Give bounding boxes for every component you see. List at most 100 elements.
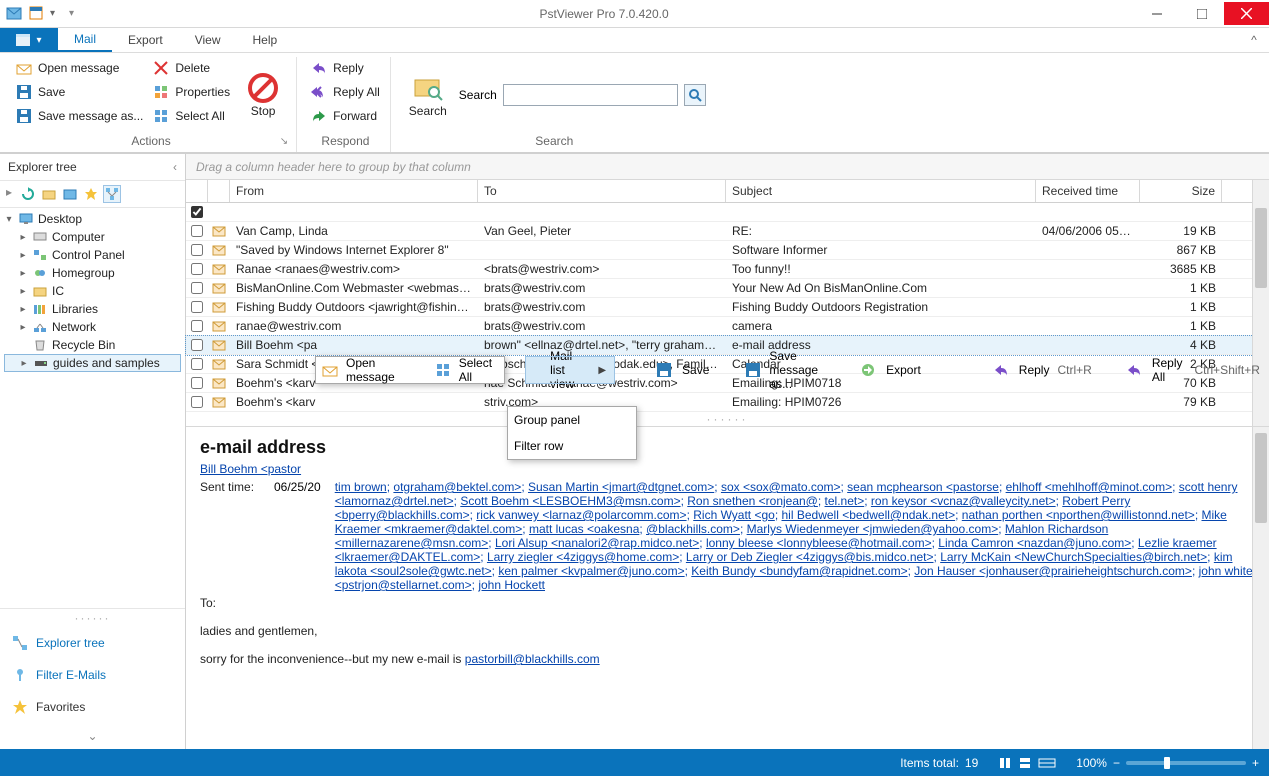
recipient-link[interactable]: ehlhoff <mehlhoff@minot.com>: [1006, 480, 1173, 494]
save-as-button[interactable]: Save message as...: [14, 105, 145, 127]
group-by-bar[interactable]: Drag a column header here to group by th…: [186, 154, 1269, 180]
ctx-select-all[interactable]: Select All: [429, 357, 526, 383]
toolbar-expand-icon[interactable]: ▸: [6, 185, 16, 203]
recipient-link[interactable]: Marlys Wiedenmeyer <jmwieden@yahoo.com>: [747, 522, 999, 536]
column-size[interactable]: Size: [1140, 180, 1222, 202]
folder-icon[interactable]: [40, 185, 58, 203]
mailbox-icon[interactable]: [61, 185, 79, 203]
search-big-button[interactable]: Search: [403, 72, 453, 118]
stop-button[interactable]: Stop: [238, 57, 288, 132]
recipient-link[interactable]: otgraham@bektel.com>: [393, 480, 521, 494]
recipient-link[interactable]: hil Bedwell <bedwell@ndak.net>: [782, 508, 956, 522]
tree-node-computer[interactable]: ▸Computer: [4, 228, 181, 246]
recipient-link[interactable]: tel.net>: [825, 494, 865, 508]
ctx-reply-all[interactable]: Reply AllCtrl+Shift+R: [1122, 357, 1269, 383]
view-icon-2[interactable]: [1018, 756, 1032, 770]
table-row[interactable]: Van Camp, LindaVan Geel, PieterRE:04/06/…: [186, 222, 1269, 241]
quickaccess-icon[interactable]: [28, 5, 46, 23]
recipient-link[interactable]: tim brown: [335, 480, 387, 494]
open-message-button[interactable]: Open message: [14, 57, 145, 79]
column-subject[interactable]: Subject: [726, 180, 1036, 202]
column-to[interactable]: To: [478, 180, 726, 202]
ctx-reply[interactable]: ReplyCtrl+R: [985, 357, 1122, 383]
table-row[interactable]: Bill Boehm <pabrown" <ellnaz@drtel.net>,…: [186, 336, 1269, 355]
column-from[interactable]: From: [230, 180, 478, 202]
tab-mail[interactable]: Mail: [58, 28, 112, 52]
ctx-save[interactable]: Save: [648, 357, 739, 383]
save-button[interactable]: Save: [14, 81, 145, 103]
recipient-link[interactable]: Rich Wyatt <go: [693, 508, 775, 522]
row-checkbox[interactable]: [191, 396, 203, 408]
ctx-filter-row[interactable]: Filter row: [508, 433, 636, 459]
preview-from-link[interactable]: Bill Boehm <pastor: [200, 462, 301, 476]
zoom-slider[interactable]: [1126, 761, 1246, 765]
delete-button[interactable]: Delete: [151, 57, 232, 79]
recipient-link[interactable]: Lori Alsup <nanalori2@rap.midco.net>: [495, 536, 699, 550]
row-checkbox[interactable]: [191, 358, 203, 370]
body-email-link[interactable]: pastorbill@blackhills.com: [465, 652, 600, 666]
recipient-link[interactable]: @blackhills.com>: [646, 522, 740, 536]
sidebar-nav-filter[interactable]: Filter E-Mails: [0, 659, 185, 691]
table-row[interactable]: Boehm's <karvstriv.com>Emailing: HPIM072…: [186, 393, 1269, 412]
table-row[interactable]: BisManOnline.Com Webmaster <webmaster@bi…: [186, 279, 1269, 298]
recipient-link[interactable]: Susan Martin <jmart@dtgnet.com>: [528, 480, 714, 494]
recipient-link[interactable]: sox <sox@mato.com>: [721, 480, 841, 494]
tree-node-network[interactable]: ▸Network: [4, 318, 181, 336]
row-checkbox[interactable]: [191, 320, 203, 332]
tab-export[interactable]: Export: [112, 28, 179, 52]
sidebar-resize-handle[interactable]: ······: [0, 608, 185, 627]
view-icon-3[interactable]: [1038, 756, 1056, 770]
minimize-button[interactable]: [1134, 2, 1179, 25]
row-checkbox[interactable]: [191, 377, 203, 389]
refresh-icon[interactable]: [19, 185, 37, 203]
grid-scrollbar[interactable]: [1252, 180, 1269, 426]
filter-checkbox[interactable]: [191, 206, 203, 218]
zoom-out-button[interactable]: −: [1113, 756, 1120, 770]
grid-resize-handle[interactable]: ······: [186, 412, 1269, 426]
table-row[interactable]: Fishing Buddy Outdoors <jawright@fishing…: [186, 298, 1269, 317]
tree-node-guides[interactable]: ▸guides and samples: [4, 354, 181, 372]
recipient-link[interactable]: nathan porthen <nporthen@willistonnd.net…: [962, 508, 1195, 522]
tree-node-ic[interactable]: ▸IC: [4, 282, 181, 300]
preview-scrollbar[interactable]: [1252, 427, 1269, 749]
tree-icon[interactable]: [103, 185, 121, 203]
table-row[interactable]: ranae@westriv.combrats@westriv.comcamera…: [186, 317, 1269, 336]
maximize-button[interactable]: [1179, 2, 1224, 25]
icon-column-header[interactable]: [208, 180, 230, 202]
recipient-link[interactable]: ken palmer <kvpalmer@juno.com>: [498, 564, 684, 578]
forward-button[interactable]: Forward: [309, 105, 382, 127]
checkbox-column-header[interactable]: [186, 180, 208, 202]
recipient-link[interactable]: lonny bleese <lonnybleese@hotmail.com>: [706, 536, 932, 550]
ctx-save-as[interactable]: Save message as...: [739, 357, 852, 383]
ctx-mail-list-view[interactable]: Mail list view▶: [526, 357, 614, 383]
ribbon-collapse-icon[interactable]: ^: [1239, 28, 1269, 52]
recipient-link[interactable]: john Hockett: [478, 578, 545, 592]
recipient-link[interactable]: Larry McKain <NewChurchSpecialties@birch…: [940, 550, 1207, 564]
search-go-button[interactable]: [684, 84, 706, 106]
zoom-in-button[interactable]: +: [1252, 756, 1259, 770]
row-checkbox[interactable]: [191, 263, 203, 275]
ctx-group-panel[interactable]: Group panel: [508, 407, 636, 433]
close-button[interactable]: [1224, 2, 1269, 25]
sidebar-collapse-icon[interactable]: ‹: [173, 160, 177, 174]
tree-node-control-panel[interactable]: ▸Control Panel: [4, 246, 181, 264]
column-received[interactable]: Received time: [1036, 180, 1140, 202]
tab-help[interactable]: Help: [237, 28, 294, 52]
recipient-link[interactable]: Jon Hauser <jonhauser@prairieheightschur…: [914, 564, 1192, 578]
select-all-button[interactable]: Select All: [151, 105, 232, 127]
recipient-link[interactable]: sean mcphearson <pastorse: [847, 480, 999, 494]
recipient-link[interactable]: matt lucas <oakesna: [529, 522, 639, 536]
tab-view[interactable]: View: [179, 28, 237, 52]
recipient-link[interactable]: Larry or Deb Ziegler <4ziggys@bis.midco.…: [686, 550, 934, 564]
recipient-link[interactable]: Linda Camron <nazdan@juno.com>: [938, 536, 1131, 550]
view-icon-1[interactable]: [998, 756, 1012, 770]
recipient-link[interactable]: ron keysor <vcnaz@valleycity.net>: [871, 494, 1056, 508]
row-checkbox[interactable]: [191, 282, 203, 294]
recipient-link[interactable]: Scott Boehm <LESBOEHM3@msn.com>: [460, 494, 680, 508]
row-checkbox[interactable]: [191, 244, 203, 256]
properties-button[interactable]: Properties: [151, 81, 232, 103]
dialog-launcher-icon[interactable]: ↘: [280, 136, 288, 147]
star-icon[interactable]: [82, 185, 100, 203]
quickaccess-dropdown-icon[interactable]: ▾: [50, 8, 55, 19]
search-input[interactable]: [503, 84, 678, 106]
